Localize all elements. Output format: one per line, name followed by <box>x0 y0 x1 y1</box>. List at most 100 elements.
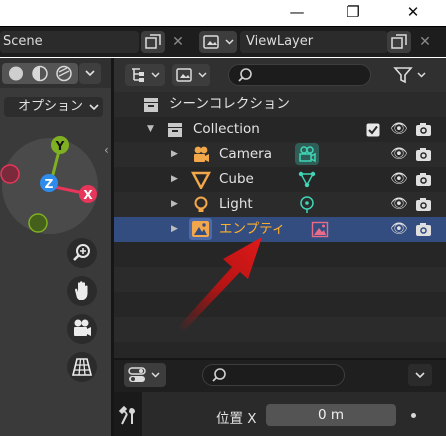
render-layers-icon <box>203 35 234 49</box>
render-camera-icon[interactable] <box>415 222 432 237</box>
hand-icon <box>75 281 88 300</box>
camera-icon <box>74 319 91 336</box>
list-item-empty-selected[interactable]: ▶ エンプティ 👁 <box>114 217 446 242</box>
zoom-button[interactable] <box>67 238 97 268</box>
camera-label: Camera <box>219 146 272 162</box>
list-item-camera[interactable]: ▶ Camera 👁 <box>114 142 446 167</box>
search-icon <box>238 68 252 82</box>
maximize-icon[interactable]: ❐ <box>338 0 368 26</box>
render-layers-icon <box>176 68 207 82</box>
remove-view-layer-icon[interactable]: ✕ <box>415 31 435 53</box>
options-dropdown[interactable]: オプション <box>4 97 103 117</box>
empty-row <box>114 342 446 358</box>
perspective-toggle-button[interactable] <box>67 352 97 382</box>
grid-perspective-icon <box>71 358 93 376</box>
location-x-field[interactable]: 0 m <box>266 404 396 426</box>
location-x-label: 位置 X <box>216 411 257 427</box>
collection-icon <box>168 123 182 137</box>
view-layer-name[interactable]: ViewLayer <box>240 31 388 53</box>
view-layer-browse-button[interactable] <box>199 31 237 53</box>
list-item-cube[interactable]: ▶ Cube 👁 <box>114 167 446 192</box>
expand-triangle-icon[interactable]: ▼ <box>147 117 154 142</box>
rendered-shading-icon[interactable] <box>56 65 72 82</box>
expand-triangle-icon[interactable]: ▶ <box>171 192 178 217</box>
camera-icon <box>194 146 209 162</box>
options-label: オプション <box>18 99 84 114</box>
eye-icon[interactable]: 👁 <box>390 217 408 242</box>
mesh-object-icon <box>191 171 211 189</box>
location-x-value: 0 m <box>317 407 345 423</box>
solid-shading-icon[interactable] <box>9 66 23 81</box>
filter-button[interactable] <box>391 64 431 86</box>
search-icon <box>212 368 226 382</box>
shading-dropdown[interactable] <box>79 63 101 84</box>
view-layer-label: ViewLayer <box>246 34 314 49</box>
new-view-layer-button[interactable] <box>387 31 411 53</box>
camera-view-button[interactable] <box>67 314 97 344</box>
filter-view-layer-button[interactable] <box>172 64 210 86</box>
shading-buttons <box>2 63 78 84</box>
light-object-icon <box>194 196 208 212</box>
eye-icon[interactable]: 👁 <box>390 142 408 167</box>
keyframe-dot-icon[interactable] <box>411 413 416 418</box>
render-camera-icon[interactable] <box>415 172 432 187</box>
pan-button[interactable] <box>67 276 97 306</box>
close-window-icon[interactable]: ✕ <box>398 0 428 26</box>
eye-icon[interactable]: 👁 <box>390 192 408 217</box>
expand-triangle-icon[interactable]: ▶ <box>171 142 178 167</box>
empty-row <box>114 242 446 267</box>
scene-selector[interactable]: Scene <box>0 31 139 53</box>
mesh-data-icon[interactable] <box>297 170 317 189</box>
annotation-arrow <box>178 237 262 331</box>
collection-label: Collection <box>193 121 260 137</box>
viewport-3d[interactable]: オプション Y X Z <box>0 58 111 436</box>
outliner-search-input[interactable] <box>228 64 371 86</box>
scene-collection-icon <box>144 98 158 112</box>
tool-settings-icon[interactable] <box>118 406 138 426</box>
chevron-down-icon <box>89 104 99 111</box>
list-item-light[interactable]: ▶ Light 👁 <box>114 192 446 217</box>
minimize-icon[interactable]: — <box>282 0 312 26</box>
navigation-gizmo[interactable]: Y X Z <box>0 132 111 242</box>
render-camera-icon[interactable] <box>415 147 432 162</box>
properties-editor: 位置 X 0 m <box>114 360 446 436</box>
unlink-scene-icon[interactable]: ✕ <box>168 31 188 53</box>
scene-collection-label: シーンコレクション <box>169 96 290 112</box>
eye-icon[interactable]: 👁 <box>390 117 408 142</box>
collapse-arrow-icon[interactable]: ‹ <box>104 142 114 158</box>
display-mode-button[interactable] <box>125 64 165 86</box>
properties-search-input[interactable] <box>202 364 345 386</box>
window-title-bar: — ❐ ✕ <box>0 0 446 26</box>
scene-name: Scene <box>3 34 43 49</box>
new-scene-button[interactable] <box>141 31 165 53</box>
render-camera-icon[interactable] <box>415 197 432 212</box>
empty-row <box>114 292 446 317</box>
image-data-icon[interactable] <box>311 221 329 238</box>
negative-y-handle[interactable] <box>28 213 48 233</box>
editor-type-button[interactable] <box>124 363 166 387</box>
top-header: Scene ✕ ViewLayer ✕ <box>0 27 446 57</box>
list-item-collection[interactable]: ▼ Collection 👁 <box>114 117 446 142</box>
camera-data-icon[interactable] <box>295 143 319 165</box>
zoom-icon <box>73 244 90 261</box>
list-item-scene-collection[interactable]: シーンコレクション <box>114 92 446 117</box>
cube-label: Cube <box>219 171 254 187</box>
properties-content: 位置 X 0 m <box>142 392 446 436</box>
properties-editor-icon <box>128 367 160 382</box>
eye-icon[interactable]: 👁 <box>390 167 408 192</box>
chevron-down-icon <box>85 70 95 77</box>
duplicate-icon <box>391 34 407 49</box>
duplicate-icon <box>145 34 161 49</box>
render-camera-icon[interactable] <box>415 122 432 137</box>
light-label: Light <box>219 196 253 212</box>
light-data-icon[interactable] <box>297 195 317 214</box>
negative-x-handle[interactable] <box>0 164 20 184</box>
x-axis-label: X <box>83 188 93 202</box>
checkbox-checked-icon[interactable] <box>366 123 380 137</box>
filter-icon <box>393 67 426 84</box>
empty-row <box>114 317 446 342</box>
expand-triangle-icon[interactable]: ▶ <box>171 167 178 192</box>
properties-options-dropdown[interactable] <box>408 364 432 386</box>
material-preview-icon[interactable] <box>32 65 48 82</box>
z-axis-label: Z <box>45 177 54 191</box>
